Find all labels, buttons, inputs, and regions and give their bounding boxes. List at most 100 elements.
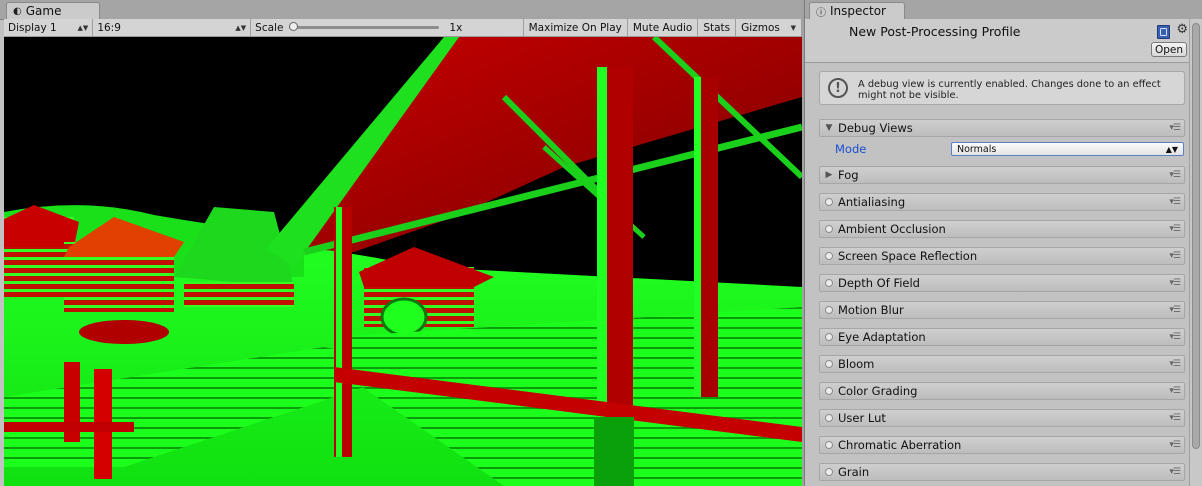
menu-icon[interactable]: ▾☰ — [1169, 413, 1181, 423]
dropdown-arrow-icon: ▲▼ — [1165, 145, 1178, 154]
effect-row[interactable]: Eye Adaptation ▾☰ — [819, 328, 1185, 346]
debug-warning-helpbox: ! A debug view is currently enabled. Cha… — [819, 71, 1185, 105]
effect-label: Eye Adaptation — [838, 330, 926, 344]
effect-label: Color Grading — [838, 384, 918, 398]
effect-row[interactable]: Ambient Occlusion ▾☰ — [819, 220, 1185, 238]
stats-button[interactable]: Stats — [698, 19, 737, 36]
effect-label: Antialiasing — [838, 195, 906, 209]
effect-label: User Lut — [838, 411, 886, 425]
menu-icon[interactable]: ▾☰ — [1169, 123, 1181, 133]
effect-row-debug-views[interactable]: ▼ Debug Views ▾☰ — [819, 119, 1185, 137]
menu-icon[interactable]: ▾☰ — [1169, 224, 1181, 234]
pond — [79, 320, 169, 344]
normals-debug-render — [4, 37, 802, 486]
gizmos-dropdown[interactable]: Gizmos ▼ — [736, 19, 802, 36]
foldout-collapsed-icon[interactable]: ▶ — [820, 170, 838, 180]
scrollbar-thumb[interactable] — [1192, 23, 1200, 449]
menu-icon[interactable]: ▾☰ — [1169, 278, 1181, 288]
effect-row[interactable]: Grain ▾☰ — [819, 463, 1185, 481]
toggle-dot-icon[interactable] — [825, 333, 833, 341]
inspector-scrollbar[interactable] — [1189, 19, 1202, 486]
effect-label: Grain — [838, 465, 870, 479]
toggle-dot-icon[interactable] — [825, 360, 833, 368]
game-toolbar: Display 1 ▲▼ 16:9 ▲▼ Scale 1x Maximize O… — [4, 19, 802, 37]
game-tabstrip: ◐ Game — [0, 0, 802, 20]
menu-icon[interactable]: ▾☰ — [1169, 386, 1181, 396]
effect-row[interactable]: Color Grading ▾☰ — [819, 382, 1185, 400]
display-dropdown[interactable]: Display 1 ▲▼ — [4, 19, 94, 36]
toggle-dot-icon[interactable] — [825, 252, 833, 260]
tab-game-label: Game — [25, 4, 62, 18]
dropdown-arrow-icon: ▲▼ — [77, 23, 89, 32]
toggle-dot-icon[interactable] — [825, 198, 833, 206]
toggle-dot-icon[interactable] — [825, 414, 833, 422]
display-dropdown-value: Display 1 — [8, 21, 57, 34]
effect-label: Ambient Occlusion — [838, 222, 946, 236]
menu-icon[interactable]: ▾☰ — [1169, 440, 1181, 450]
dropdown-arrow-icon: ▲▼ — [235, 23, 247, 32]
maximize-on-play-button[interactable]: Maximize On Play — [524, 19, 628, 36]
scale-value: 1x — [449, 21, 463, 34]
mute-audio-button[interactable]: Mute Audio — [628, 19, 699, 36]
toggle-dot-icon[interactable] — [825, 279, 833, 287]
effect-label: Chromatic Aberration — [838, 438, 962, 452]
menu-icon[interactable]: ▾☰ — [1169, 251, 1181, 261]
barrel — [380, 297, 428, 337]
effect-row[interactable]: Chromatic Aberration ▾☰ — [819, 436, 1185, 454]
scale-slider[interactable] — [289, 22, 440, 31]
menu-icon[interactable]: ▾☰ — [1169, 170, 1181, 180]
effect-label: Screen Space Reflection — [838, 249, 978, 263]
toggle-dot-icon[interactable] — [825, 306, 833, 314]
effect-row[interactable]: Antialiasing ▾☰ — [819, 193, 1185, 211]
game-controller-icon: ◐ — [13, 5, 22, 17]
game-viewport[interactable] — [4, 37, 802, 486]
menu-icon[interactable]: ▾☰ — [1169, 359, 1181, 369]
rail — [4, 422, 134, 432]
menu-icon[interactable]: ▾☰ — [1169, 467, 1181, 477]
inspector-tabstrip: ⓘ Inspector — [805, 0, 1202, 20]
foldout-expanded-icon[interactable]: ▼ — [820, 123, 838, 133]
aspect-dropdown-value: 16:9 — [97, 21, 121, 34]
inspector-header: New Post-Processing Profile ⚙ Open — [805, 19, 1190, 63]
aspect-dropdown[interactable]: 16:9 ▲▼ — [93, 19, 252, 36]
help-book-icon[interactable] — [1157, 25, 1170, 39]
effect-label: Motion Blur — [838, 303, 904, 317]
tab-inspector-label: Inspector — [830, 4, 886, 18]
toggle-dot-icon[interactable] — [825, 225, 833, 233]
effect-label: Debug Views — [838, 121, 913, 135]
tab-game[interactable]: ◐ Game — [6, 2, 100, 19]
mode-field: Mode Normals ▲▼ — [819, 141, 1185, 158]
toggle-dot-icon[interactable] — [825, 441, 833, 449]
scale-slider-thumb[interactable] — [289, 22, 299, 31]
menu-icon[interactable]: ▾☰ — [1169, 305, 1181, 315]
helpbox-text: A debug view is currently enabled. Chang… — [858, 79, 1161, 101]
gizmos-label: Gizmos — [741, 21, 780, 34]
dropdown-arrow-icon: ▼ — [790, 23, 796, 32]
mode-dropdown-value: Normals — [957, 144, 997, 155]
toggle-dot-icon[interactable] — [825, 468, 833, 476]
menu-icon[interactable]: ▾☰ — [1169, 332, 1181, 342]
scale-control: Scale 1x — [251, 19, 524, 36]
mode-label: Mode — [835, 142, 867, 156]
pillar-main-highlight — [597, 67, 607, 427]
inspector-panel: ⓘ Inspector New Post-Processing Profile … — [804, 0, 1202, 486]
effect-row[interactable]: Screen Space Reflection ▾☰ — [819, 247, 1185, 265]
effect-row-fog[interactable]: ▶ Fog ▾☰ — [819, 166, 1185, 184]
effect-label: Depth Of Field — [838, 276, 920, 290]
effect-row[interactable]: Bloom ▾☰ — [819, 355, 1185, 373]
deck-support — [594, 417, 634, 486]
house-green-base — [184, 282, 294, 307]
effect-label: Bloom — [838, 357, 875, 371]
toggle-dot-icon[interactable] — [825, 387, 833, 395]
pillar-highlight — [336, 207, 342, 457]
effect-row[interactable]: Depth Of Field ▾☰ — [819, 274, 1185, 292]
effect-row[interactable]: User Lut ▾☰ — [819, 409, 1185, 427]
effect-label: Fog — [838, 168, 859, 182]
menu-icon[interactable]: ▾☰ — [1169, 197, 1181, 207]
gear-icon[interactable]: ⚙ — [1176, 22, 1188, 37]
tab-inspector[interactable]: ⓘ Inspector — [809, 2, 905, 19]
game-panel: ◐ Game Display 1 ▲▼ 16:9 ▲▼ Scale 1x Max… — [0, 0, 802, 486]
open-button[interactable]: Open — [1151, 42, 1187, 57]
effect-row[interactable]: Motion Blur ▾☰ — [819, 301, 1185, 319]
mode-dropdown[interactable]: Normals ▲▼ — [951, 142, 1184, 156]
